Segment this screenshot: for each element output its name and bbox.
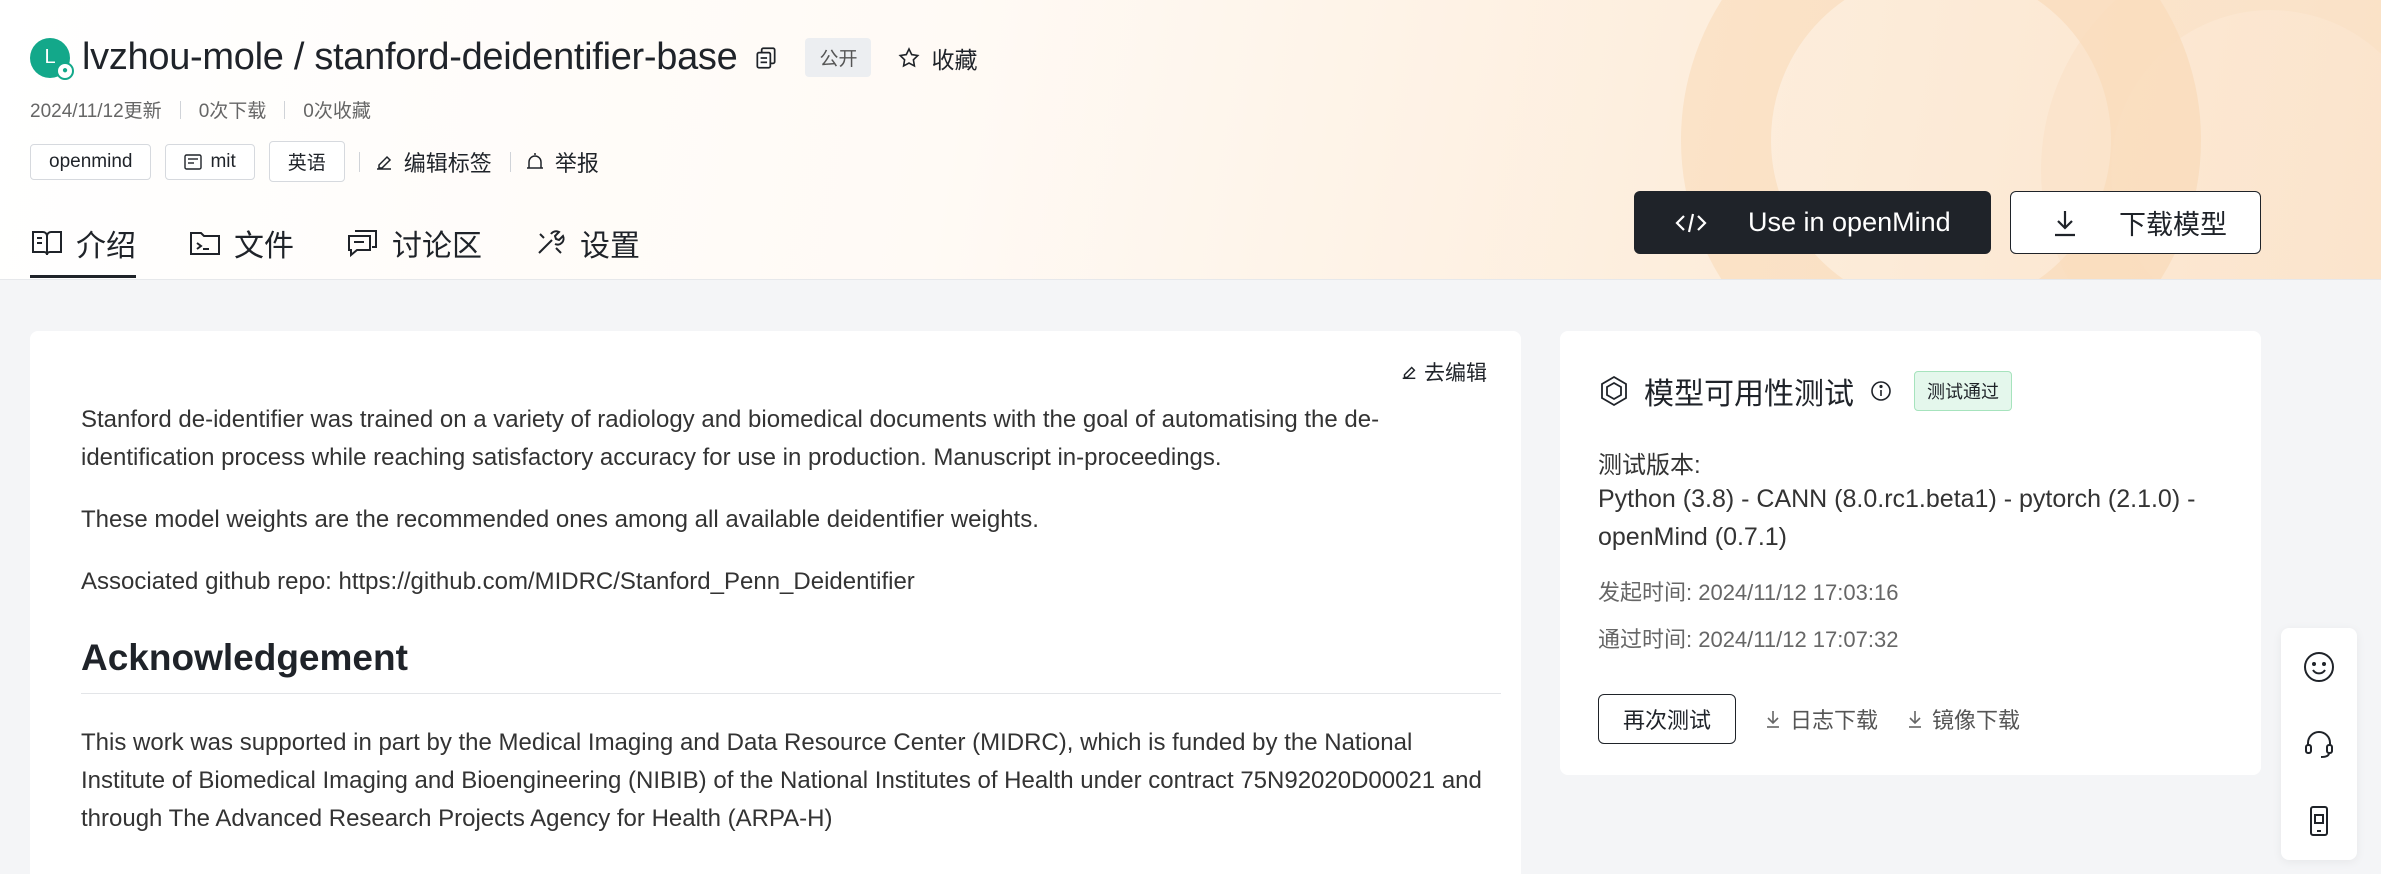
use-in-openmind-label: Use in openMind xyxy=(1748,207,1951,237)
favorite-count: 0次收藏 xyxy=(303,101,371,122)
copy-icon[interactable] xyxy=(753,45,779,71)
tag-label: 英语 xyxy=(287,153,326,174)
tab-label: 介绍 xyxy=(76,230,136,263)
pencil-icon xyxy=(1402,366,1416,380)
org-badge-icon: ● xyxy=(56,61,74,80)
readme-card: 去编辑 Stanford de-identifier was trained o… xyxy=(30,331,1521,874)
retest-button[interactable]: 再次测试 xyxy=(1598,694,1737,744)
favorite-label: 收藏 xyxy=(931,46,978,73)
status-badge: 测试通过 xyxy=(1914,371,2012,411)
divider xyxy=(284,100,286,119)
report-button[interactable]: 举报 xyxy=(525,146,599,178)
tab-discussion[interactable]: 讨论区 xyxy=(346,208,482,278)
tab-label: 讨论区 xyxy=(392,230,482,263)
readme-content: Stanford de-identifier was trained on a … xyxy=(81,401,1501,838)
readme-paragraph: Stanford de-identifier was trained on a … xyxy=(81,406,1380,471)
tag-openmind[interactable]: openmind xyxy=(30,143,152,180)
tab-label: 文件 xyxy=(234,230,294,263)
section-heading: Acknowledgement xyxy=(81,637,1501,694)
tags-row: openmind mit 英语 编辑标签 举报 xyxy=(30,141,617,182)
download-icon xyxy=(2055,210,2075,236)
headset-icon[interactable] xyxy=(2302,727,2336,761)
test-header: 模型可用性测试 测试通过 xyxy=(1598,369,2012,413)
smiley-icon[interactable] xyxy=(2302,650,2336,684)
use-in-openmind-button[interactable]: Use in openMind xyxy=(1634,191,1991,254)
tab-intro[interactable]: 介绍 xyxy=(30,208,136,278)
hexagon-icon xyxy=(1601,375,1627,407)
download-icon xyxy=(1767,711,1780,728)
alarm-icon xyxy=(526,152,543,169)
avatar-letter: L xyxy=(44,46,56,68)
log-download-label: 日志下载 xyxy=(1790,708,1879,733)
version-value: Python (3.8) - CANN (8.0.rc1.beta1) - py… xyxy=(1598,485,2196,551)
readme-paragraph: These model weights are the recommended … xyxy=(81,506,1039,533)
code-icon xyxy=(1675,213,1707,232)
tab-files[interactable]: 文件 xyxy=(188,208,294,278)
edit-tags-label: 编辑标签 xyxy=(403,150,492,176)
license-icon xyxy=(184,153,203,170)
star-icon xyxy=(898,46,920,67)
pencil-icon xyxy=(376,155,391,170)
visibility-badge: 公开 xyxy=(805,38,872,77)
divider xyxy=(358,151,360,172)
edit-tags-button[interactable]: 编辑标签 xyxy=(374,146,492,178)
book-icon xyxy=(32,231,62,256)
test-title: 模型可用性测试 xyxy=(1644,378,1854,411)
mirror-download-label: 镜像下载 xyxy=(1932,708,2021,733)
tab-bar: 介绍 文件 讨论区 设置 xyxy=(30,208,692,278)
discussion-icon xyxy=(348,230,377,258)
mobile-icon[interactable] xyxy=(2302,804,2336,838)
tag-label: openmind xyxy=(49,150,133,172)
start-time: 发起时间: 2024/11/12 17:03:16 xyxy=(1598,580,1899,605)
tag-language[interactable]: 英语 xyxy=(268,141,345,182)
readme-paragraph: This work was supported in part by the M… xyxy=(81,729,1482,832)
tag-label: mit xyxy=(210,150,236,172)
test-actions: 再次测试 日志下载 镜像下载 xyxy=(1598,694,2020,744)
download-model-button[interactable]: 下载模型 xyxy=(2010,191,2261,254)
readme-paragraph: Associated github repo: https://github.c… xyxy=(81,568,915,595)
tab-settings[interactable]: 设置 xyxy=(534,208,640,278)
folder-icon xyxy=(190,232,220,255)
favorite-button[interactable]: 收藏 xyxy=(897,41,977,75)
download-icon xyxy=(1909,711,1922,728)
log-download-link[interactable]: 日志下载 xyxy=(1764,703,1878,735)
tools-icon xyxy=(538,230,565,254)
pass-time: 通过时间: 2024/11/12 17:07:32 xyxy=(1598,627,1899,652)
floating-toolbar xyxy=(2281,628,2357,860)
availability-test-card: 模型可用性测试 测试通过 测试版本: Python (3.8) - CANN (… xyxy=(1560,331,2261,775)
title-row: L ● lvzhou-mole / stanford-deidentifier-… xyxy=(30,36,977,80)
mirror-download-link[interactable]: 镜像下载 xyxy=(1906,703,2020,735)
go-edit-label: 去编辑 xyxy=(1424,362,1487,385)
version-label: 测试版本: xyxy=(1598,452,1701,479)
download-model-label: 下载模型 xyxy=(2119,210,2227,240)
repo-title: lvzhou-mole / stanford-deidentifier-base xyxy=(82,36,738,78)
avatar[interactable]: L ● xyxy=(30,37,74,80)
divider xyxy=(179,100,181,119)
updated-date: 2024/11/12更新 xyxy=(30,101,162,122)
download-count: 0次下载 xyxy=(198,101,267,122)
tab-label: 设置 xyxy=(580,230,640,263)
tag-license[interactable]: mit xyxy=(165,143,255,180)
go-edit-button[interactable]: 去编辑 xyxy=(1400,357,1487,387)
report-label: 举报 xyxy=(554,150,599,176)
meta-row: 2024/11/12更新 0次下载 0次收藏 xyxy=(30,96,371,123)
info-icon[interactable] xyxy=(1870,380,1892,402)
divider xyxy=(509,151,511,172)
repo-header: L ● lvzhou-mole / stanford-deidentifier-… xyxy=(0,0,2381,280)
